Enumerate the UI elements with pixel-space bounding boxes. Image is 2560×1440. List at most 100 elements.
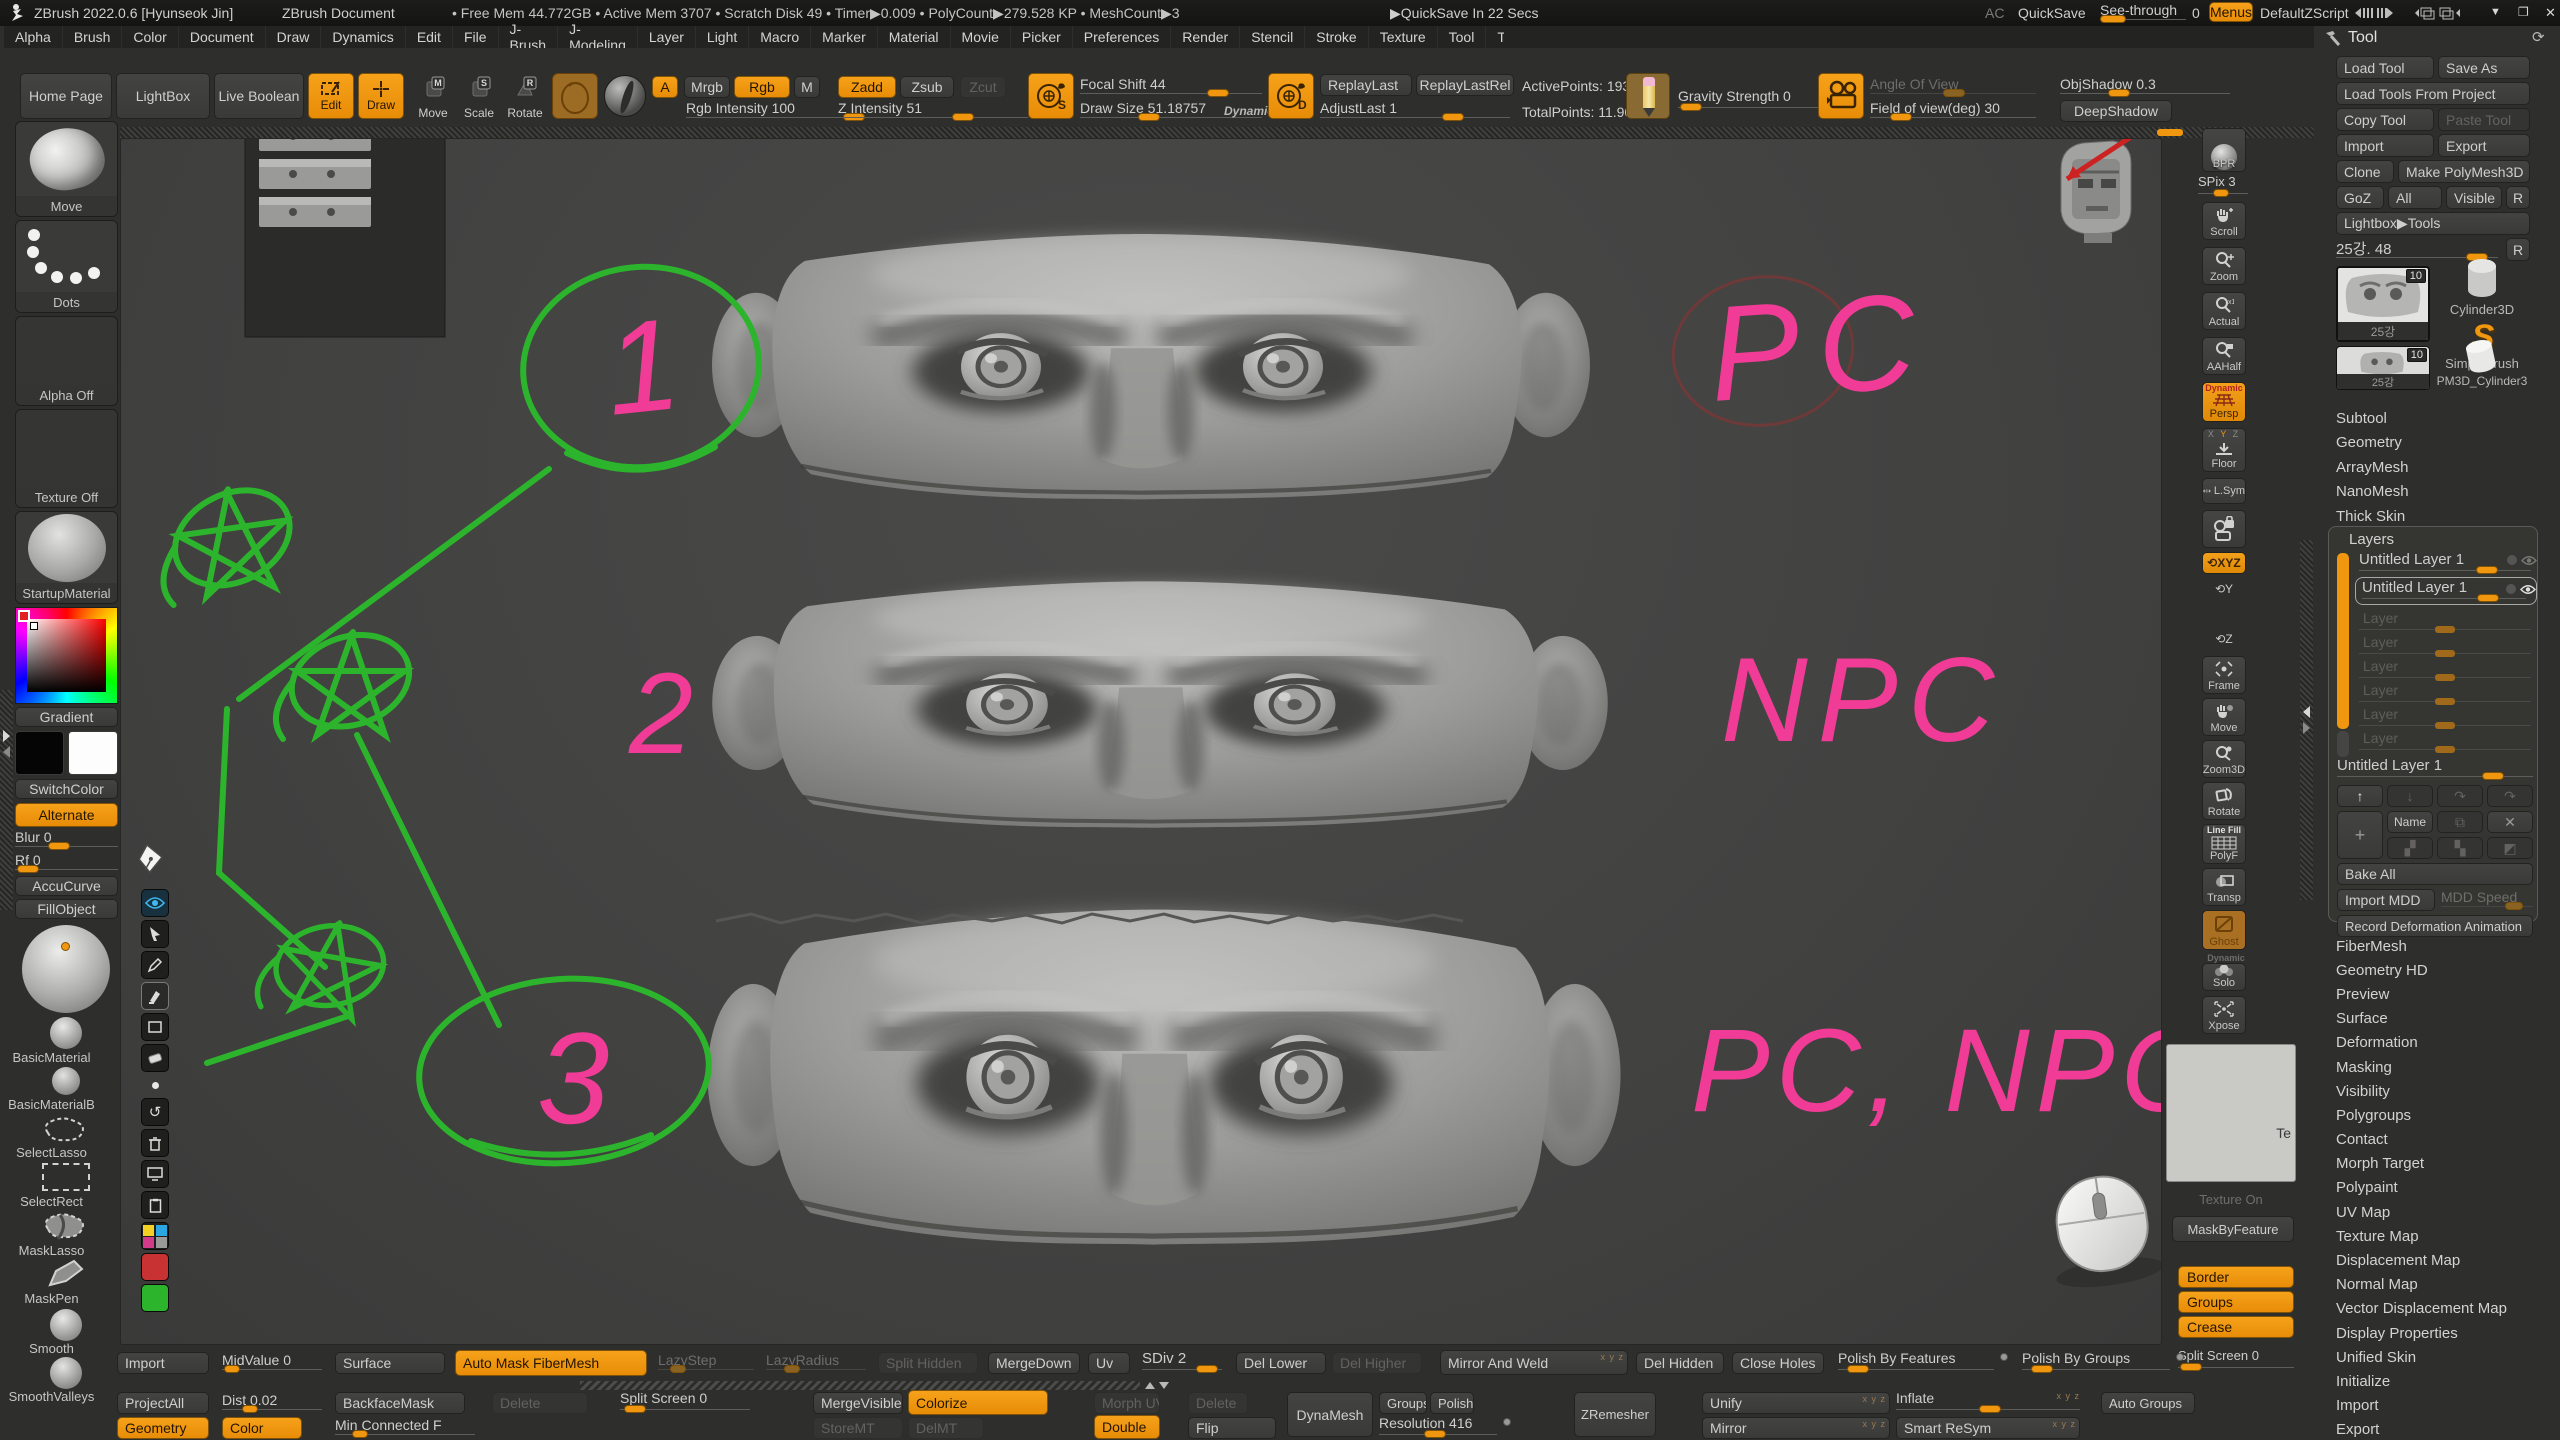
basic-material-b-thumb[interactable]: [52, 1067, 80, 1095]
mrgb-button[interactable]: Mrgb: [684, 76, 730, 98]
import-tool-button[interactable]: Import: [2336, 134, 2434, 157]
texture-preview-panel[interactable]: Te: [2166, 1044, 2296, 1182]
morph-uv-button[interactable]: Morph UV: [1094, 1392, 1160, 1414]
menu-item[interactable]: Material: [878, 26, 951, 48]
stroke-picker[interactable]: [552, 73, 598, 119]
menu-item[interactable]: Tool: [1438, 26, 1487, 48]
make-polymesh3d-button[interactable]: Make PolyMesh3D: [2398, 160, 2530, 183]
live-boolean-button[interactable]: Live Boolean: [214, 73, 304, 119]
mask-lasso-icon[interactable]: [38, 1211, 94, 1243]
a-toggle-button[interactable]: A: [652, 76, 678, 98]
layer-row-dim[interactable]: Layer: [2359, 609, 2531, 633]
floor-x[interactable]: X: [2208, 429, 2216, 439]
rotate-xyz-button[interactable]: ⟲XYZ: [2202, 552, 2246, 574]
select-lasso-label[interactable]: SelectLasso: [0, 1145, 118, 1160]
eye-tool[interactable]: [141, 889, 169, 917]
transp-button[interactable]: Transp: [2202, 868, 2246, 906]
gradient-button[interactable]: Gradient: [15, 707, 118, 727]
palette-section[interactable]: Thick Skin: [2336, 504, 2536, 529]
export-tool-button[interactable]: Export: [2438, 134, 2530, 157]
import-mdd-button[interactable]: Import MDD: [2337, 889, 2435, 911]
palette-section[interactable]: Unified Skin: [2336, 1345, 2546, 1369]
menu-item[interactable]: Dynamics: [321, 26, 405, 48]
eraser-tool[interactable]: [141, 1044, 169, 1072]
polish-by-groups-slider[interactable]: Polish By Groups: [2022, 1350, 2170, 1374]
layer-new-button[interactable]: +: [2337, 811, 2383, 859]
close-holes-button[interactable]: Close Holes: [1732, 1352, 1824, 1374]
palette-section[interactable]: Vector Displacement Map: [2336, 1297, 2546, 1321]
menu-item[interactable]: Brush: [63, 26, 123, 48]
alternate-button[interactable]: Alternate: [15, 803, 118, 827]
see-through-slider[interactable]: See-through: [2100, 2, 2186, 24]
menu-item[interactable]: Movie: [951, 26, 1011, 48]
actual-button[interactable]: x1Actual: [2202, 292, 2246, 330]
polyframe-button[interactable]: Line Fill PolyF: [2202, 824, 2246, 864]
menu-item[interactable]: Light: [696, 26, 749, 48]
frame-button[interactable]: Frame: [2202, 656, 2246, 694]
del-lower-button[interactable]: Del Lower: [1236, 1352, 1326, 1374]
scroll-button[interactable]: Scroll: [2202, 202, 2246, 240]
menu-item[interactable]: Render: [1171, 26, 1240, 48]
rotate-button[interactable]: R Rotate: [504, 73, 546, 119]
color-button[interactable]: Color: [222, 1417, 302, 1439]
cylinder3d-thumb[interactable]: [2454, 256, 2510, 302]
goz-button[interactable]: GoZ: [2336, 186, 2384, 209]
undo-tool[interactable]: ↺: [141, 1098, 169, 1126]
small-tool-thumb[interactable]: 10 25강: [2336, 346, 2430, 390]
layer-delete-button[interactable]: ✕: [2487, 811, 2533, 833]
colorize-button[interactable]: Colorize: [908, 1390, 1048, 1415]
crease-button[interactable]: Crease: [2178, 1316, 2294, 1338]
split-screen-right-slider[interactable]: Split Screen 0: [2178, 1348, 2294, 1372]
layer2-eye-icon[interactable]: [2520, 584, 2536, 595]
material-picker-tile[interactable]: StartupMaterial: [15, 511, 118, 604]
palette-section[interactable]: Geometry: [2336, 431, 2536, 456]
rgb-button[interactable]: Rgb: [734, 76, 790, 98]
delmt-button[interactable]: DelMT: [908, 1417, 984, 1439]
alpha-picker-tile[interactable]: Alpha Off: [15, 316, 118, 406]
palette-tool[interactable]: [141, 1222, 169, 1250]
menu-item[interactable]: Preferences: [1073, 26, 1171, 48]
subpalette-divider-arrows[interactable]: [1142, 1380, 1172, 1391]
goz-r-button[interactable]: R: [2506, 186, 2530, 209]
adjust-last-slider[interactable]: AdjustLast 1: [1320, 100, 1510, 122]
mdd-speed-slider[interactable]: MDD Speed: [2441, 889, 2533, 911]
zcut-button[interactable]: Zcut: [960, 76, 1006, 98]
main-color-swatch[interactable]: [15, 731, 64, 775]
smooth-label[interactable]: Smooth: [0, 1341, 118, 1356]
layer-up-button[interactable]: ↑: [2337, 785, 2383, 807]
palette-section[interactable]: UV Map: [2336, 1200, 2546, 1224]
screen-tool[interactable]: [141, 1160, 169, 1188]
accucurve-button[interactable]: AccuCurve: [15, 876, 118, 896]
smooth-thumb[interactable]: [50, 1309, 82, 1341]
cursor-tool[interactable]: [141, 920, 169, 948]
menu-item[interactable]: Color: [122, 26, 178, 48]
lazyradius-slider[interactable]: LazyRadius: [766, 1352, 866, 1374]
palette-section[interactable]: Contact: [2336, 1128, 2546, 1152]
resolution-toggle[interactable]: [1503, 1418, 1511, 1426]
menu-item[interactable]: Picker: [1011, 26, 1073, 48]
floor-z[interactable]: Z: [2233, 429, 2241, 439]
texture-on-label[interactable]: Texture On: [2170, 1192, 2292, 1207]
import-bottom-button[interactable]: Import: [117, 1352, 209, 1374]
auto-mask-fibermesh-button[interactable]: Auto Mask FiberMesh: [455, 1350, 647, 1376]
color-green[interactable]: [141, 1284, 169, 1312]
groups-button[interactable]: Groups: [2178, 1291, 2294, 1313]
projectall-button[interactable]: ProjectAll: [117, 1392, 209, 1414]
lock-camera-button[interactable]: [2202, 510, 2246, 548]
sdiv-slider[interactable]: SDiv 2: [1142, 1350, 1222, 1374]
layer-down-button[interactable]: ↓: [2387, 785, 2433, 807]
inflate-slider[interactable]: Inflatex y z: [1896, 1390, 2080, 1414]
blur-slider[interactable]: Blur 0: [15, 829, 118, 851]
menu-item[interactable]: File: [453, 26, 499, 48]
palette-section[interactable]: Import: [2336, 1394, 2546, 1418]
palette-section[interactable]: Polypaint: [2336, 1176, 2546, 1200]
paste-tool-button[interactable]: Paste Tool: [2438, 108, 2530, 131]
layer-row-2-selected[interactable]: Untitled Layer 1: [2355, 577, 2537, 605]
floor-y[interactable]: Y: [2220, 429, 2228, 439]
layers-header[interactable]: Layers: [2349, 531, 2394, 548]
layer-bottom-row[interactable]: Untitled Layer 1: [2337, 757, 2533, 781]
replay-last-button[interactable]: ReplayLast: [1320, 74, 1412, 96]
double-button[interactable]: Double: [1094, 1415, 1160, 1439]
select-rect-icon[interactable]: [42, 1163, 90, 1191]
rotate-z-button[interactable]: ⟲Z: [2202, 628, 2246, 650]
